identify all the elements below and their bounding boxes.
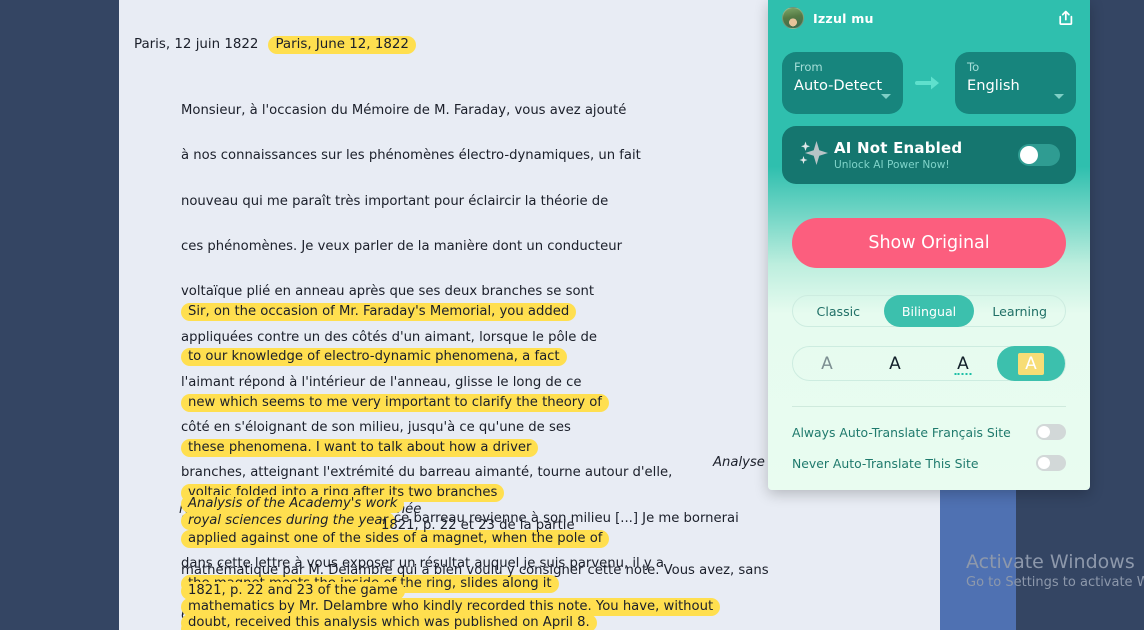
option-label: Never Auto-Translate This Site [792,455,979,471]
dateline: Paris, 12 juin 1822 Paris, June 12, 1822 [134,36,416,54]
style-plain-option[interactable]: A [793,346,861,381]
ai-banner-subtitle: Unlock AI Power Now! [834,159,950,171]
translated-line: new which seems to me very important to … [181,393,609,412]
dateline-translation: Paris, June 12, 1822 [268,36,416,54]
ai-toggle-knob [1020,146,1038,164]
translator-panel: Izzul mu From Auto-Detect To English AI … [768,0,1090,490]
toggle-knob [1038,457,1050,469]
option-always-auto-translate[interactable]: Always Auto-Translate Français Site [792,422,1066,442]
letter-a-icon: A [889,353,901,374]
analysis-highlight-block: Analysis of the Academy's work royal sci… [181,495,405,530]
style-bold-option[interactable]: A [861,346,929,381]
share-export-icon[interactable] [1056,8,1076,28]
never-auto-translate-toggle[interactable] [1036,455,1066,471]
ai-banner[interactable]: AI Not Enabled Unlock AI Power Now! [782,126,1076,184]
translated-line: to our knowledge of electro-dynamic phen… [181,348,567,367]
left-sidebar-rail [0,0,119,630]
ai-toggle[interactable] [1018,144,1060,166]
mode-segmented-control: Classic Bilingual Learning [792,295,1066,327]
style-highlight-option[interactable]: A [997,346,1065,381]
target-language-value: English [967,77,1020,94]
mode-classic[interactable]: Classic [793,295,884,327]
language-selector-row: From Auto-Detect To English [782,52,1076,114]
toggle-knob [1038,426,1050,438]
source-line: mathématique par M. Delambre qui a bien … [181,563,769,579]
mode-bilingual[interactable]: Bilingual [883,295,975,327]
source-language-select[interactable]: From Auto-Detect [782,52,903,114]
translated-line: Sir, on the occasion of Mr. Faraday's Me… [181,303,577,322]
option-label: Always Auto-Translate Français Site [792,424,1011,440]
target-language-label: To [967,60,980,74]
ai-banner-texts: AI Not Enabled Unlock AI Power Now! [834,139,962,171]
translated-paragraph-3: 1821, p. 22 and 23 of the game mathemati… [181,582,721,630]
translated-line: Analysis of the Academy's work [181,495,405,513]
show-original-button[interactable]: Show Original [792,218,1066,268]
text-style-segmented-control: A A A A [792,346,1066,381]
year-tail-text: 1821, p. 22 et 23 de la partie [381,518,575,533]
source-line: à nos connaissances sur les phénomènes é… [181,148,641,164]
panel-header: Izzul mu [768,0,1090,36]
letter-a-icon: A [1018,352,1044,375]
avatar[interactable] [782,7,804,29]
translated-line: these phenomena. I want to talk about ho… [181,439,539,458]
translated-line: royal sciences during the year [181,512,395,530]
translated-line: doubt, received this analysis which was … [181,614,597,630]
mode-learning[interactable]: Learning [974,295,1065,327]
letter-a-icon: A [821,353,833,374]
dotted-underline-icon [954,373,972,375]
always-auto-translate-toggle[interactable] [1036,424,1066,440]
user-name: Izzul mu [813,10,874,26]
ai-banner-title: AI Not Enabled [834,139,963,157]
style-dotted-underline-option[interactable]: A [929,346,997,381]
option-never-auto-translate[interactable]: Never Auto-Translate This Site [792,453,1066,473]
source-line: Monsieur, à l'occasion du Mémoire de M. … [181,103,627,119]
source-line: nouveau qui me paraît très important pou… [181,193,609,209]
chevron-down-icon [1054,94,1064,99]
chevron-down-icon [881,94,891,99]
arrow-right-icon [903,74,955,92]
source-line: ces phénomènes. Je veux parler de la man… [181,239,623,255]
target-language-select[interactable]: To English [955,52,1076,114]
panel-divider [792,406,1066,407]
letter-a-icon: A [957,353,969,374]
source-language-value: Auto-Detect [794,77,883,94]
source-language-label: From [794,60,823,74]
dateline-source: Paris, 12 juin 1822 [134,37,259,52]
sparkles-icon [798,137,828,173]
